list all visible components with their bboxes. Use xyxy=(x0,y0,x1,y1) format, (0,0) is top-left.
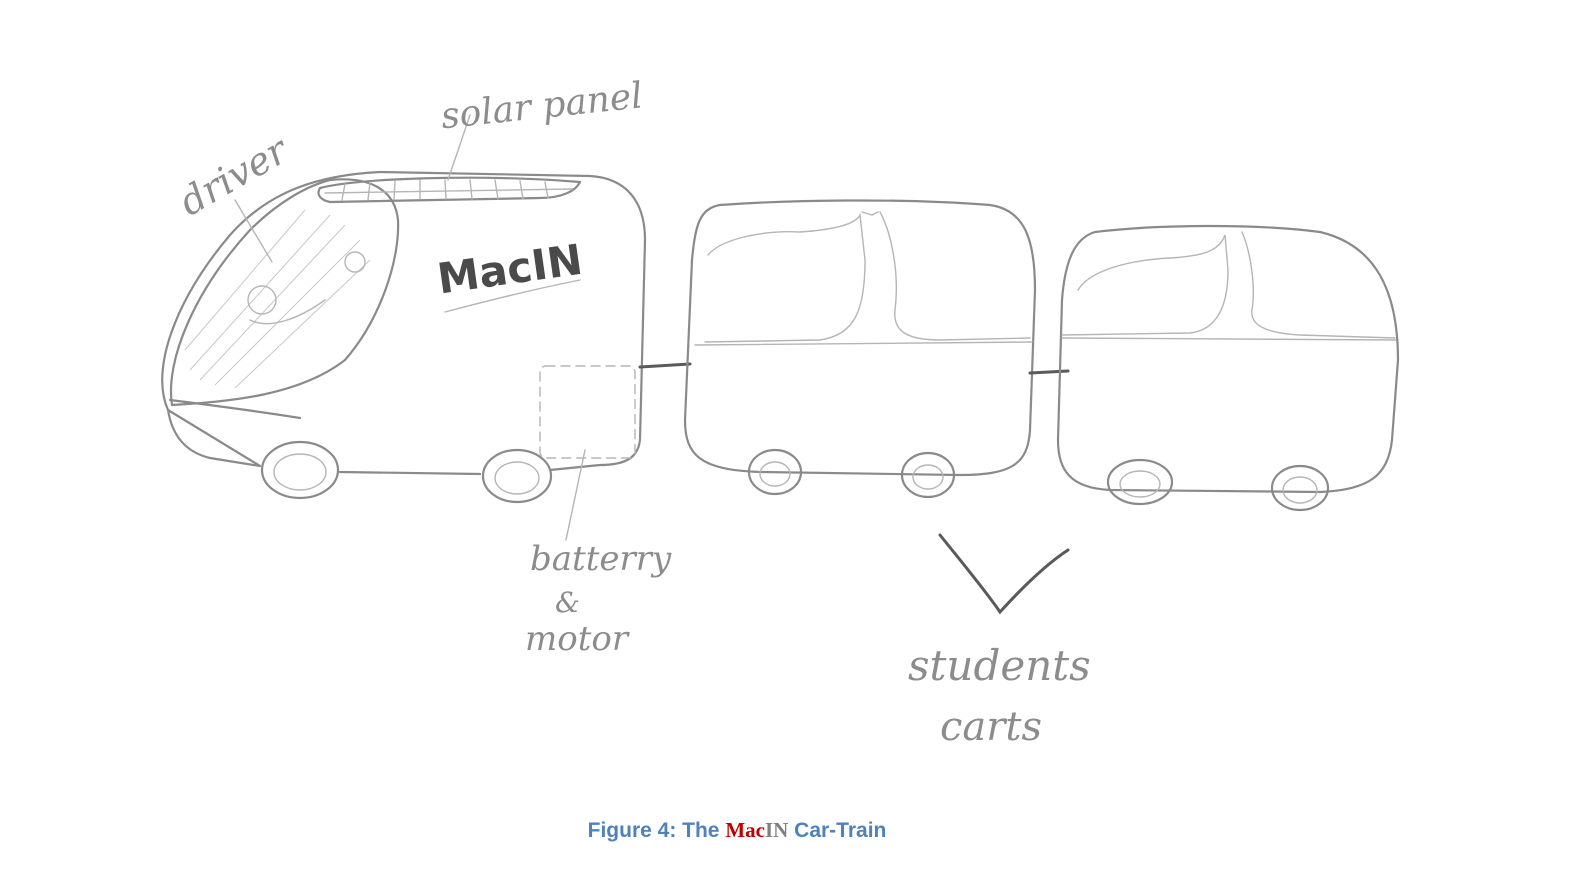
label-carts: carts xyxy=(940,704,1042,750)
label-battery: batterry xyxy=(530,539,672,579)
lead-vehicle: MacIN xyxy=(161,170,647,504)
label-students: students xyxy=(908,641,1091,690)
label-motor: motor xyxy=(525,619,630,659)
caption-mac: Mac xyxy=(725,818,765,842)
label-driver: driver xyxy=(172,127,298,225)
figure-caption: Figure 4: The MacIN Car-Train xyxy=(0,818,1474,843)
car-train-sketch: MacIN driver solar panel batterry & moto… xyxy=(161,75,1400,750)
vehicle-logo: MacIN xyxy=(434,235,585,304)
label-ampersand: & xyxy=(555,586,580,619)
coupler-2 xyxy=(1028,369,1070,375)
caption-suffix: Car-Train xyxy=(788,819,887,842)
student-cart-1 xyxy=(683,199,1037,499)
check-mark-pointer xyxy=(938,533,1070,615)
coupler-1 xyxy=(638,362,692,369)
annotations: driver solar panel batterry & motor stud… xyxy=(172,75,1091,750)
student-cart-2 xyxy=(1056,224,1400,512)
caption-prefix: Figure 4: The xyxy=(587,819,726,842)
caption-in: IN xyxy=(764,818,789,842)
label-solar-panel: solar panel xyxy=(439,75,644,137)
